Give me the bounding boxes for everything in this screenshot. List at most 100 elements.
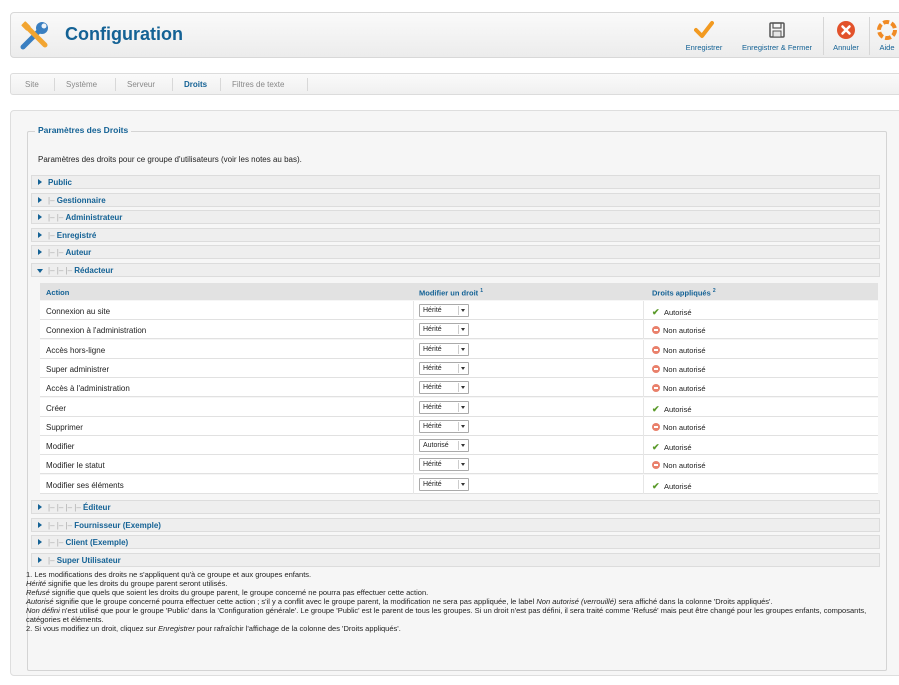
cell-divider xyxy=(413,320,414,340)
tab-filtres-texte[interactable]: Filtres de texte xyxy=(232,80,284,89)
group-row[interactable]: |– |– |– |– Éditeur xyxy=(31,500,880,514)
applied-status: Non autorisé xyxy=(652,422,706,432)
action-label: Supprimer xyxy=(46,422,83,432)
permission-select[interactable]: Hérité xyxy=(419,477,469,491)
caret-right-icon[interactable] xyxy=(38,556,42,563)
group-row[interactable]: |– |– Client (Exemple) xyxy=(31,535,880,549)
group-label: Gestionnaire xyxy=(56,195,106,205)
action-label: Modifier le statut xyxy=(46,461,105,471)
caret-right-icon[interactable] xyxy=(38,231,42,238)
caret-right-icon[interactable] xyxy=(38,249,42,255)
toolbar-divider xyxy=(869,17,870,55)
dropdown-arrow-icon[interactable] xyxy=(458,441,467,451)
caret-right-icon[interactable] xyxy=(38,214,42,220)
caret-right-icon[interactable] xyxy=(38,504,42,510)
cell-divider xyxy=(643,339,644,359)
permission-row: Connexion à l'administration Hérité Non au… xyxy=(40,320,878,340)
applied-status-label: Non autorisé xyxy=(663,384,706,394)
permission-row: Accès à l'administration Hérité Non autori… xyxy=(40,378,878,398)
denied-icon xyxy=(652,326,660,335)
permission-select-value: Hérité xyxy=(423,345,442,353)
permission-select[interactable]: Hérité xyxy=(419,323,469,337)
group-name: |– |– Client (Exemple) xyxy=(48,538,128,547)
cell-divider xyxy=(643,436,644,456)
group-row[interactable]: |– |– |– Fournisseur (Exemple) xyxy=(31,517,880,532)
dropdown-arrow-icon[interactable] xyxy=(458,479,467,489)
applied-status-label: Non autorisé xyxy=(663,364,706,374)
note-refuse: Refusé signifie que quels que soient les… xyxy=(26,588,886,597)
group-label: Enregistré xyxy=(56,230,97,240)
permission-select[interactable]: Hérité xyxy=(419,381,469,395)
group-row[interactable]: |– Super Utilisateur xyxy=(31,552,880,567)
caret-right-icon[interactable] xyxy=(38,196,42,203)
permission-select-value: Hérité xyxy=(423,364,442,372)
page-title: Configuration xyxy=(65,24,183,44)
tab-divider xyxy=(220,78,221,91)
caret-down-icon[interactable] xyxy=(37,268,43,273)
group-row[interactable]: |– |– |– Rédacteur xyxy=(31,262,880,277)
dropdown-arrow-icon[interactable] xyxy=(458,306,467,315)
permission-select[interactable]: Hérité xyxy=(419,400,469,414)
caret-right-icon[interactable] xyxy=(38,539,42,545)
tree-indent: |– xyxy=(48,195,57,205)
group-name: |– Gestionnaire xyxy=(48,196,106,205)
group-label: Super Utilisateur xyxy=(56,555,121,565)
action-label: Super administrer xyxy=(46,364,110,374)
dropdown-arrow-icon[interactable] xyxy=(458,460,467,470)
group-label: Auteur xyxy=(65,248,92,257)
permission-select[interactable]: Hérité xyxy=(419,458,469,472)
note-herite: Hérité signifie que les droits du groupe… xyxy=(26,579,886,588)
tree-indent: |– |– |– |– xyxy=(48,503,83,512)
save-button[interactable]: Enregistrer xyxy=(679,13,729,59)
note-non-defini-text: n'est utilisé que pour le groupe 'Public… xyxy=(26,606,867,624)
save-close-button[interactable]: Enregistrer & Fermer xyxy=(734,13,820,59)
note-non-defini-term: Non défini xyxy=(26,606,60,615)
column-applied-footnote: 2 xyxy=(712,288,716,294)
permission-select[interactable]: Hérité xyxy=(419,342,469,356)
checkmark-icon: ✔ xyxy=(652,403,660,414)
dropdown-arrow-icon[interactable] xyxy=(458,421,467,431)
tab-site[interactable]: Site xyxy=(25,80,39,89)
cell-divider xyxy=(413,378,414,398)
group-row[interactable]: |– Enregistré xyxy=(31,227,880,242)
tree-indent: |– xyxy=(48,555,57,565)
group-row[interactable]: Public xyxy=(31,175,880,189)
applied-status-label: Non autorisé xyxy=(663,345,706,355)
cancel-button[interactable]: Annuler xyxy=(826,13,866,59)
group-name: |– |– |– |– Éditeur xyxy=(48,503,111,512)
dropdown-arrow-icon[interactable] xyxy=(458,402,467,412)
cell-divider xyxy=(413,301,414,320)
dropdown-arrow-icon[interactable] xyxy=(458,325,467,335)
help-button[interactable]: Aide xyxy=(872,13,899,59)
note-2-text-a: 2. Si vous modifiez un droit, cliquez su… xyxy=(26,624,159,633)
group-row[interactable]: |– |– Administrateur xyxy=(31,210,880,224)
applied-status: Non autorisé xyxy=(652,364,706,374)
denied-icon xyxy=(652,345,660,354)
caret-right-icon[interactable] xyxy=(38,521,42,528)
applied-status-label: Autorisé xyxy=(664,481,692,491)
caret-right-icon[interactable] xyxy=(38,179,42,185)
applied-status-label: Non autorisé xyxy=(663,422,706,432)
cell-divider xyxy=(413,436,414,456)
group-row[interactable]: |– Gestionnaire xyxy=(31,192,880,207)
permission-select[interactable]: Autorisé xyxy=(419,439,469,453)
permissions-description: Paramètres des droits pour ce groupe d'u… xyxy=(38,155,302,164)
group-name: |– Super Utilisateur xyxy=(48,556,121,565)
permission-select[interactable]: Hérité xyxy=(419,419,469,433)
group-row[interactable]: |– |– Auteur xyxy=(31,245,880,259)
cancel-x-icon xyxy=(837,21,855,39)
permission-notes: 1. Les modifications des droits ne s'app… xyxy=(26,570,886,633)
tab-serveur[interactable]: Serveur xyxy=(127,80,155,89)
tab-systeme[interactable]: Système xyxy=(66,80,97,89)
permission-select[interactable]: Hérité xyxy=(419,304,469,317)
cell-divider xyxy=(643,320,644,340)
dropdown-arrow-icon[interactable] xyxy=(458,383,467,393)
dropdown-arrow-icon[interactable] xyxy=(458,344,467,354)
dropdown-arrow-icon[interactable] xyxy=(458,363,467,373)
permission-select[interactable]: Hérité xyxy=(419,361,469,375)
applied-status: ✔ Autorisé xyxy=(652,404,692,415)
note-herite-text: signifie que les droits du groupe parent… xyxy=(46,579,228,588)
tab-droits[interactable]: Droits xyxy=(184,80,207,89)
note-autorise-text-a: signifie que le groupe concerné pourra e… xyxy=(53,597,537,606)
cell-divider xyxy=(643,301,644,320)
